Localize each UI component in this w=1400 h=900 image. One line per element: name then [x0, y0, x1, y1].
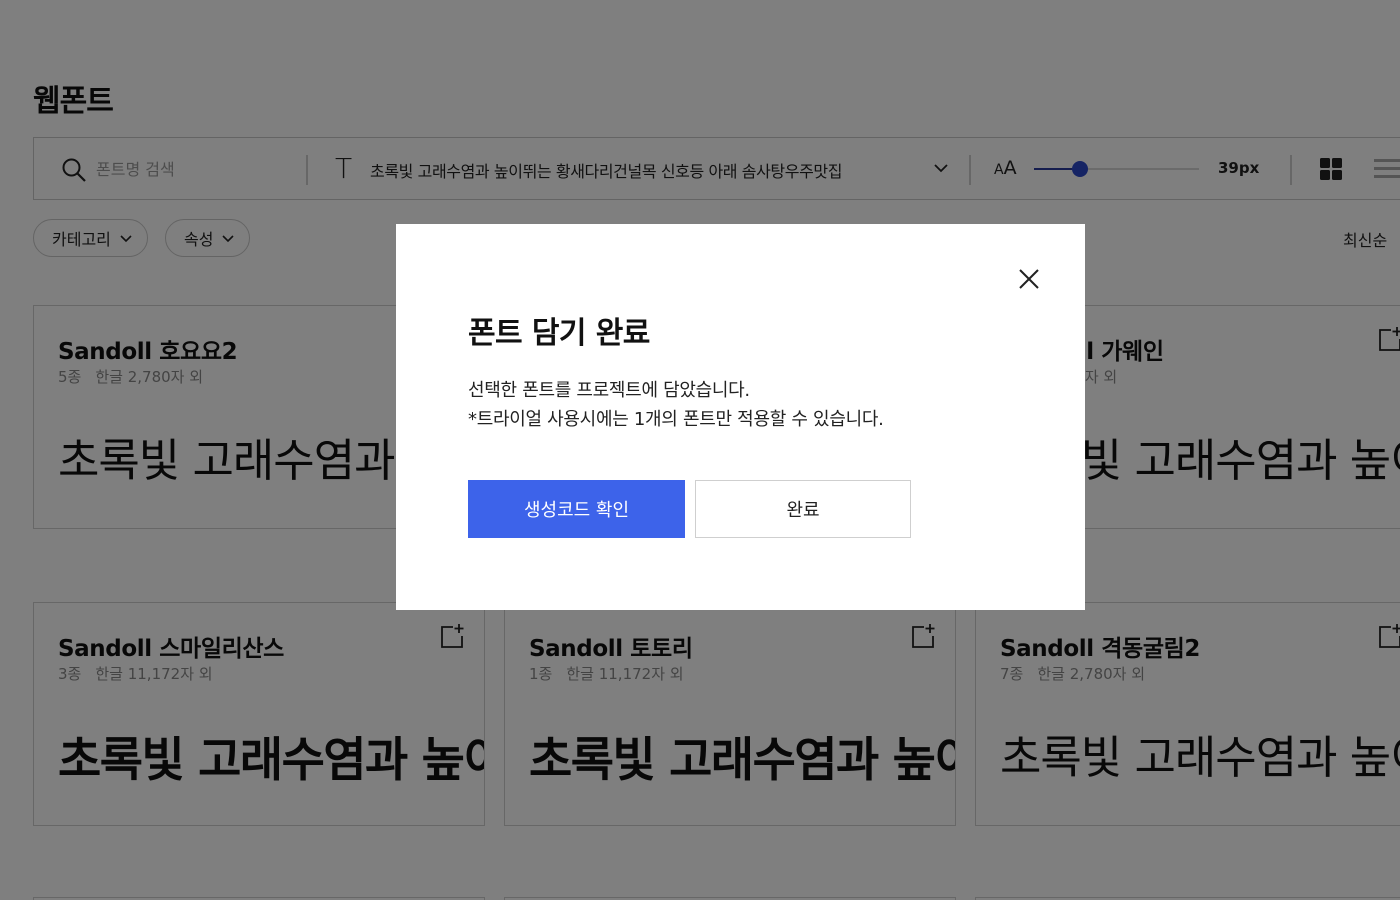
done-button[interactable]: 완료 — [695, 480, 911, 538]
dialog-message-line: 선택한 폰트를 프로젝트에 담았습니다. — [468, 380, 750, 401]
close-icon[interactable] — [1016, 266, 1042, 292]
dialog-title: 폰트 담기 완료 — [468, 316, 650, 351]
dialog-message-line: *트라이얼 사용시에는 1개의 폰트만 적용할 수 있습니다. — [468, 409, 884, 430]
view-embed-code-button[interactable]: 생성코드 확인 — [468, 480, 685, 538]
